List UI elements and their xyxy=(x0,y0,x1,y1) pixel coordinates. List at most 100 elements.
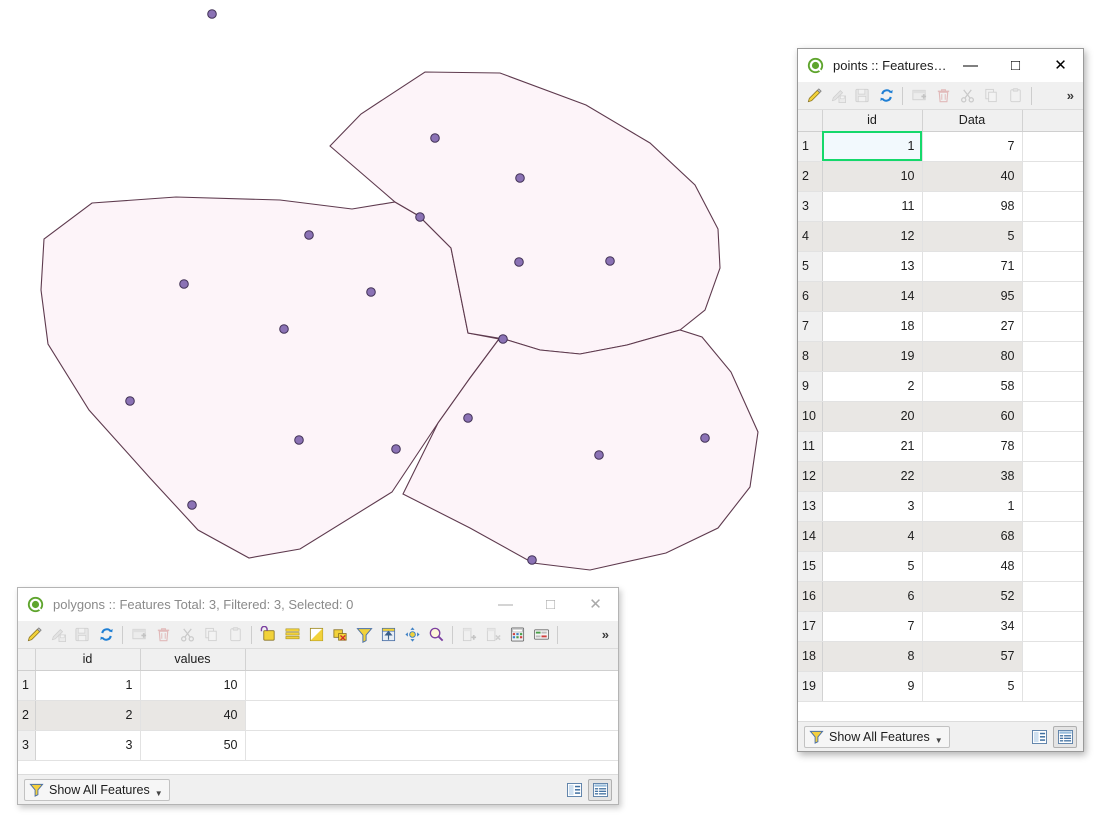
map-point-2[interactable] xyxy=(430,133,440,143)
table-row[interactable]: 15 5 48 xyxy=(798,551,1083,582)
map-point-3[interactable] xyxy=(515,173,525,183)
table-row[interactable]: 2 2 40 xyxy=(18,700,618,731)
cell-id[interactable]: 9 xyxy=(822,671,923,702)
cell-id[interactable]: 3 xyxy=(35,730,141,761)
open-field-calculator-button[interactable] xyxy=(505,623,529,647)
toolbar-overflow-button[interactable]: » xyxy=(596,627,614,642)
polygons-window-titlebar[interactable]: polygons :: Features Total: 3, Filtered:… xyxy=(18,588,618,621)
reload-table-button[interactable] xyxy=(874,84,898,108)
cell-id[interactable]: 3 xyxy=(822,491,923,522)
map-point-7[interactable] xyxy=(605,256,615,266)
row-number[interactable]: 2 xyxy=(18,700,36,731)
cell-id[interactable]: 6 xyxy=(822,581,923,612)
conditional-formatting-button[interactable] xyxy=(529,623,553,647)
table-row[interactable]: 7 18 27 xyxy=(798,311,1083,342)
row-number[interactable]: 2 xyxy=(798,161,823,192)
maximize-button[interactable]: □ xyxy=(993,49,1038,82)
cell-id[interactable]: 2 xyxy=(35,700,141,731)
table-row[interactable]: 17 7 34 xyxy=(798,611,1083,642)
cell-data[interactable]: 52 xyxy=(922,581,1023,612)
polygons-table-body[interactable]: 1 1 10 2 2 40 3 3 50 xyxy=(18,670,618,761)
cell-data[interactable]: 5 xyxy=(922,221,1023,252)
cell-id[interactable]: 7 xyxy=(822,611,923,642)
table-row[interactable]: 18 8 57 xyxy=(798,641,1083,672)
column-header-values[interactable]: values xyxy=(140,649,246,671)
map-point-6[interactable] xyxy=(514,257,524,267)
map-point-16[interactable] xyxy=(391,444,401,454)
row-number[interactable]: 3 xyxy=(18,730,36,761)
table-row[interactable]: 10 20 60 xyxy=(798,401,1083,432)
map-point-17[interactable] xyxy=(594,450,604,460)
minimize-button[interactable]: — xyxy=(948,49,993,82)
map-point-18[interactable] xyxy=(187,500,197,510)
show-all-features-button[interactable]: Show All Features ▼ xyxy=(804,725,950,748)
map-point-13[interactable] xyxy=(463,413,473,423)
row-number[interactable]: 12 xyxy=(798,461,823,492)
points-attribute-table[interactable]: id Data 1 1 7 2 10 40 3 11 98 4 12 5 5 13 71 6 14 95 7 18 27 8… xyxy=(798,110,1083,702)
row-number[interactable]: 18 xyxy=(798,641,823,672)
map-point-9[interactable] xyxy=(366,287,376,297)
table-row[interactable]: 8 19 80 xyxy=(798,341,1083,372)
polygons-attribute-table[interactable]: id values 1 1 10 2 2 40 3 3 50 xyxy=(18,649,618,761)
row-number[interactable]: 8 xyxy=(798,341,823,372)
cell-values[interactable]: 50 xyxy=(140,730,246,761)
table-row[interactable]: 16 6 52 xyxy=(798,581,1083,612)
polygons-statusbar[interactable]: Show All Features ▼ xyxy=(18,774,618,804)
points-table-container[interactable]: id Data 1 1 7 2 10 40 3 11 98 4 12 5 5 13 71 6 14 95 7 18 27 8… xyxy=(798,110,1083,721)
cell-data[interactable]: 71 xyxy=(922,251,1023,282)
cell-data[interactable]: 78 xyxy=(922,431,1023,462)
row-number[interactable]: 1 xyxy=(798,131,823,162)
column-header-id[interactable]: id xyxy=(35,649,141,671)
row-number[interactable]: 15 xyxy=(798,551,823,582)
cell-id[interactable]: 14 xyxy=(822,281,923,312)
row-number[interactable]: 6 xyxy=(798,281,823,312)
column-header-data[interactable]: Data xyxy=(922,110,1023,132)
polygons-table-header-row[interactable]: id values xyxy=(18,649,618,671)
cell-data[interactable]: 27 xyxy=(922,311,1023,342)
row-number[interactable]: 5 xyxy=(798,251,823,282)
move-selection-to-top-button[interactable] xyxy=(376,623,400,647)
show-all-features-button[interactable]: Show All Features ▼ xyxy=(24,778,170,801)
cell-data[interactable]: 1 xyxy=(922,491,1023,522)
cell-id[interactable]: 2 xyxy=(822,371,923,402)
cell-values[interactable]: 10 xyxy=(140,670,246,701)
table-row[interactable]: 11 21 78 xyxy=(798,431,1083,462)
map-point-10[interactable] xyxy=(279,324,289,334)
cell-id[interactable]: 5 xyxy=(822,551,923,582)
cell-id[interactable]: 1 xyxy=(35,670,141,701)
table-row[interactable]: 2 10 40 xyxy=(798,161,1083,192)
cell-id[interactable]: 12 xyxy=(822,221,923,252)
table-row[interactable]: 19 9 5 xyxy=(798,671,1083,702)
qgis-map-canvas[interactable] xyxy=(0,0,790,600)
table-row[interactable]: 1 1 10 xyxy=(18,670,618,701)
points-table-header-row[interactable]: id Data xyxy=(798,110,1083,132)
row-number[interactable]: 4 xyxy=(798,221,823,252)
points-table-body[interactable]: 1 1 7 2 10 40 3 11 98 4 12 5 5 13 71 6 14 95 7 18 27 8 19 80 9 2 5… xyxy=(798,131,1083,702)
cell-id[interactable]: 11 xyxy=(822,191,923,222)
points-window-titlebar[interactable]: points :: Features T... — □ ✕ xyxy=(798,49,1083,82)
cell-id[interactable]: 10 xyxy=(822,161,923,192)
row-number[interactable]: 7 xyxy=(798,311,823,342)
cell-data[interactable]: 57 xyxy=(922,641,1023,672)
cell-data[interactable]: 95 xyxy=(922,281,1023,312)
cell-data[interactable]: 80 xyxy=(922,341,1023,372)
map-point-14[interactable] xyxy=(700,433,710,443)
polygons-attribute-table-window[interactable]: polygons :: Features Total: 3, Filtered:… xyxy=(17,587,619,805)
map-point-11[interactable] xyxy=(498,334,508,344)
map-point-1[interactable] xyxy=(207,9,217,19)
cell-id[interactable]: 22 xyxy=(822,461,923,492)
row-number[interactable]: 16 xyxy=(798,581,823,612)
table-row[interactable]: 9 2 58 xyxy=(798,371,1083,402)
table-row[interactable]: 3 3 50 xyxy=(18,730,618,761)
cell-data[interactable]: 98 xyxy=(922,191,1023,222)
map-point-8[interactable] xyxy=(179,279,189,289)
select-by-expression-button[interactable] xyxy=(256,623,280,647)
map-point-4[interactable] xyxy=(304,230,314,240)
map-point-12[interactable] xyxy=(125,396,135,406)
table-row[interactable]: 14 4 68 xyxy=(798,521,1083,552)
toggle-editing-button[interactable] xyxy=(802,84,826,108)
cell-id[interactable]: 21 xyxy=(822,431,923,462)
filter-selection-button[interactable] xyxy=(352,623,376,647)
points-toolbar[interactable]: » xyxy=(798,82,1083,110)
row-number[interactable]: 9 xyxy=(798,371,823,402)
